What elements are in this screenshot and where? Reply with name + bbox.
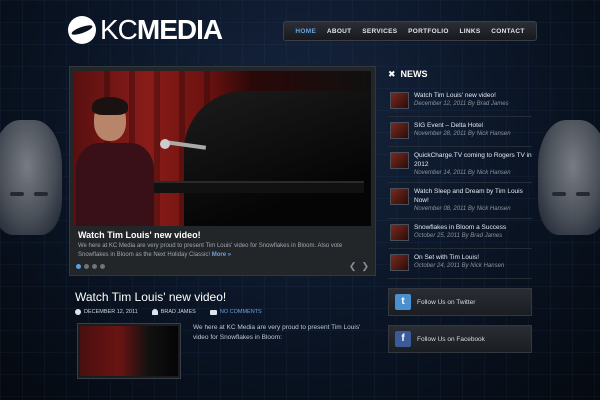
piano-shape bbox=[184, 91, 371, 226]
background-face-right bbox=[538, 120, 600, 235]
chevron-left-icon[interactable]: ❮ bbox=[349, 262, 357, 271]
news-thumbnail[interactable] bbox=[390, 152, 409, 169]
twitter-bird-icon: t bbox=[395, 294, 411, 310]
sidebar: ✖ NEWS Watch Tim Louis' new video! Decem… bbox=[388, 66, 532, 400]
slide-text-body: We here at KC Media are very proud to pr… bbox=[78, 243, 343, 258]
news-item-title[interactable]: SIG Event – Delta Hotel bbox=[414, 121, 532, 130]
news-item-title[interactable]: Watch Sleep and Dream by Tim Louis Now! bbox=[414, 187, 532, 205]
news-item-meta: October 25, 2011 By Brad James bbox=[414, 233, 503, 239]
post-comments-link[interactable]: NO COMMENTS bbox=[220, 309, 262, 315]
slider-dot-3[interactable] bbox=[92, 264, 97, 269]
slide-text: We here at KC Media are very proud to pr… bbox=[78, 242, 367, 260]
news-cross-icon: ✖ bbox=[388, 68, 396, 79]
microphone-icon bbox=[160, 139, 170, 149]
nav-services[interactable]: SERVICES bbox=[362, 28, 397, 35]
slider-arrows: ❮ ❯ bbox=[349, 262, 369, 271]
nav-contact[interactable]: CONTACT bbox=[491, 28, 524, 35]
news-thumbnail[interactable] bbox=[390, 92, 409, 109]
facebook-label: Follow Us on Facebook bbox=[417, 335, 485, 343]
main-column: Watch Tim Louis' new video! We here at K… bbox=[69, 66, 376, 400]
post-thumbnail[interactable] bbox=[77, 323, 181, 379]
news-item-meta: November 14, 2011 By Nick Hansen bbox=[414, 170, 511, 176]
news-thumbnail[interactable] bbox=[390, 254, 409, 271]
comment-icon bbox=[209, 309, 217, 315]
slider-dot-4[interactable] bbox=[100, 264, 105, 269]
slide-caption: Watch Tim Louis' new video! We here at K… bbox=[74, 226, 371, 264]
news-list: Watch Tim Louis' new video! December 12,… bbox=[388, 87, 532, 279]
news-heading: NEWS bbox=[400, 69, 428, 79]
news-item[interactable]: QuickCharge.TV coming to Rogers TV in 20… bbox=[388, 147, 532, 183]
news-item-title[interactable]: Snowflakes in Bloom a Success bbox=[414, 223, 532, 232]
logo-mark-icon bbox=[68, 16, 96, 44]
news-item-meta: December 12, 2011 By Brad James bbox=[414, 101, 509, 107]
news-item[interactable]: Watch Tim Louis' new video! December 12,… bbox=[388, 87, 532, 117]
logo-kc-text: KC bbox=[100, 14, 138, 45]
piano-keys bbox=[154, 181, 364, 193]
news-header: ✖ NEWS bbox=[388, 66, 532, 82]
news-item-meta: November 08, 2011 By Nick Hansen bbox=[414, 206, 511, 212]
news-item[interactable]: Snowflakes in Bloom a Success October 25… bbox=[388, 219, 532, 249]
facebook-icon: f bbox=[395, 331, 411, 347]
post-thumbnail-image bbox=[80, 326, 178, 376]
post-meta: DECEMBER 12, 2011 BRAD JAMES NO COMMENTS bbox=[75, 309, 262, 315]
slider-dot-2[interactable] bbox=[84, 264, 89, 269]
logo-media-text: MEDIA bbox=[136, 14, 223, 45]
nav-about[interactable]: ABOUT bbox=[327, 28, 352, 35]
news-item-title[interactable]: QuickCharge.TV coming to Rogers TV in 20… bbox=[414, 151, 532, 169]
nav-home[interactable]: HOME bbox=[295, 28, 316, 35]
site-header: KC MEDIA HOME ABOUT SERVICES PORTFOLIO L… bbox=[0, 0, 600, 60]
twitter-widget[interactable]: t Follow Us on Twitter bbox=[388, 288, 532, 316]
slider-pagination bbox=[76, 264, 105, 269]
news-item[interactable]: Watch Sleep and Dream by Tim Louis Now! … bbox=[388, 183, 532, 219]
news-thumbnail[interactable] bbox=[390, 224, 409, 241]
post-date: DECEMBER 12, 2011 bbox=[84, 309, 138, 315]
nav-portfolio[interactable]: PORTFOLIO bbox=[408, 28, 449, 35]
twitter-label: Follow Us on Twitter bbox=[417, 298, 476, 306]
site-logo[interactable]: KC MEDIA bbox=[68, 14, 223, 46]
featured-slider: Watch Tim Louis' new video! We here at K… bbox=[69, 66, 376, 276]
user-icon bbox=[151, 309, 158, 315]
slide-more-link[interactable]: More » bbox=[212, 252, 231, 258]
background-face-left bbox=[0, 120, 62, 235]
slide-image[interactable] bbox=[74, 71, 371, 226]
slide-title[interactable]: Watch Tim Louis' new video! bbox=[78, 230, 367, 240]
slider-dot-1[interactable] bbox=[76, 264, 81, 269]
news-item-title[interactable]: On Set with Tim Louis! bbox=[414, 253, 532, 262]
news-item-title[interactable]: Watch Tim Louis' new video! bbox=[414, 91, 532, 100]
pianist-figure bbox=[74, 97, 164, 226]
nav-links[interactable]: LINKS bbox=[459, 28, 480, 35]
post-author[interactable]: BRAD JAMES bbox=[161, 309, 196, 315]
news-item[interactable]: SIG Event – Delta Hotel November 28, 201… bbox=[388, 117, 532, 147]
news-item[interactable]: On Set with Tim Louis! October 24, 2011 … bbox=[388, 249, 532, 279]
news-item-meta: November 28, 2011 By Nick Hansen bbox=[414, 131, 511, 137]
news-thumbnail[interactable] bbox=[390, 188, 409, 205]
news-item-meta: October 24, 2011 By Nick Hansen bbox=[414, 263, 505, 269]
facebook-widget[interactable]: f Follow Us on Facebook bbox=[388, 325, 532, 353]
post-title[interactable]: Watch Tim Louis' new video! bbox=[75, 290, 226, 304]
chevron-right-icon[interactable]: ❯ bbox=[361, 262, 369, 271]
news-thumbnail[interactable] bbox=[390, 122, 409, 139]
main-nav: HOME ABOUT SERVICES PORTFOLIO LINKS CONT… bbox=[283, 21, 537, 41]
clock-icon bbox=[75, 309, 81, 315]
post-excerpt: We here at KC Media are very proud to pr… bbox=[193, 324, 361, 341]
